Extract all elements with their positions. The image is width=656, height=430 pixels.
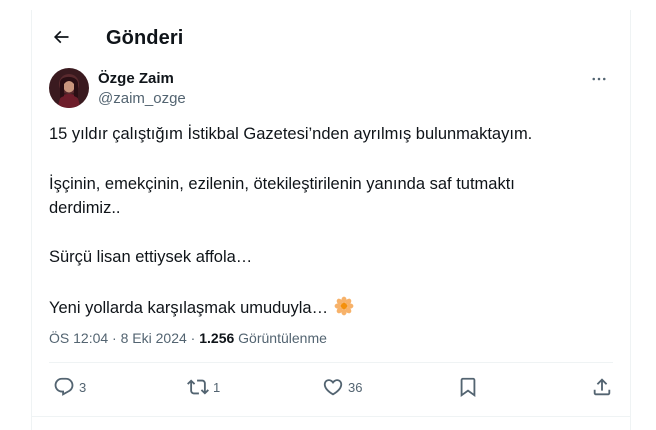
share-button[interactable] (591, 376, 613, 398)
tweet-paragraph: Yeni yollarda karşılaşmak umuduyla… (49, 299, 329, 317)
meta-separator: · (190, 330, 196, 346)
tweet-paragraph-last: Yeni yollarda karşılaşmak umuduyla… (49, 296, 354, 323)
like-count: 36 (348, 379, 363, 395)
divider (49, 362, 613, 363)
avatar[interactable] (49, 68, 89, 108)
retweet-count: 1 (213, 379, 221, 395)
tweet-date[interactable]: 8 Eki 2024 (121, 330, 187, 346)
back-button[interactable] (44, 22, 78, 56)
tweet-detail-panel: Gönderi Özge Zaim @zaim_ozge 15 yıldır ç… (31, 10, 631, 430)
meta-separator: · (112, 330, 117, 346)
bookmark-icon (457, 376, 479, 398)
page-title: Gönderi (106, 27, 184, 49)
tweet-time[interactable]: ÖS 12:04 (49, 330, 108, 346)
tweet-paragraph: İşçinin, emekçinin, ezilenin, ötekileşti… (49, 175, 515, 217)
reply-icon (53, 376, 75, 398)
retweet-icon (187, 376, 209, 398)
more-options-button[interactable] (584, 66, 614, 96)
tweet-paragraph: 15 yıldır çalıştığım İstikbal Gazetesi’n… (49, 125, 533, 143)
bookmark-button[interactable] (457, 376, 479, 398)
tweet-actions-bar: 3 1 36 (32, 372, 630, 408)
retweet-button[interactable]: 1 (187, 376, 220, 398)
tweet-meta: ÖS 12:04 · 8 Eki 2024 · 1.256 Görüntülen… (49, 330, 327, 346)
reply-count: 3 (79, 379, 87, 395)
share-icon (591, 376, 613, 398)
more-dots-icon (590, 70, 608, 93)
like-button[interactable]: 36 (322, 376, 362, 398)
page-header: Gönderi (32, 10, 630, 67)
views-label: Görüntülenme (238, 330, 327, 346)
heart-icon (322, 376, 344, 398)
arrow-left-icon (51, 27, 71, 52)
author-name[interactable]: Özge Zaim (98, 70, 174, 87)
author-handle[interactable]: @zaim_ozge (98, 90, 186, 107)
reply-button[interactable]: 3 (53, 376, 86, 398)
views-count: 1.256 (199, 330, 235, 346)
flower-emoji-icon (334, 296, 354, 323)
tweet-paragraph: Sürçü lisan ettiysek affola… (49, 248, 253, 266)
